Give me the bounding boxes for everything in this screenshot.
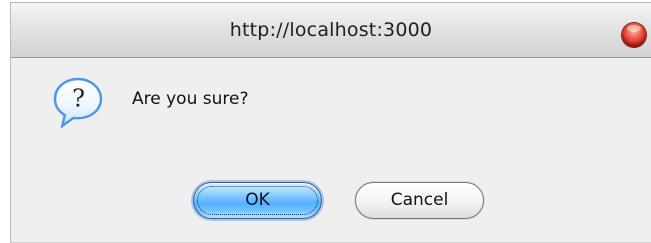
cancel-button[interactable]: Cancel [355, 182, 484, 219]
close-icon[interactable] [622, 23, 646, 47]
dialog-content: ? Are you sure? OK Cancel [11, 58, 651, 242]
svg-text:?: ? [72, 85, 85, 113]
question-icon: ? [53, 77, 103, 129]
ok-button[interactable]: OK [193, 182, 322, 219]
dialog-title: http://localhost:3000 [229, 19, 433, 41]
dialog-message: Are you sure? [132, 89, 249, 109]
confirm-dialog: http://localhost:3000 ? Are you sure? OK… [10, 2, 651, 243]
title-bar: http://localhost:3000 [11, 3, 651, 58]
